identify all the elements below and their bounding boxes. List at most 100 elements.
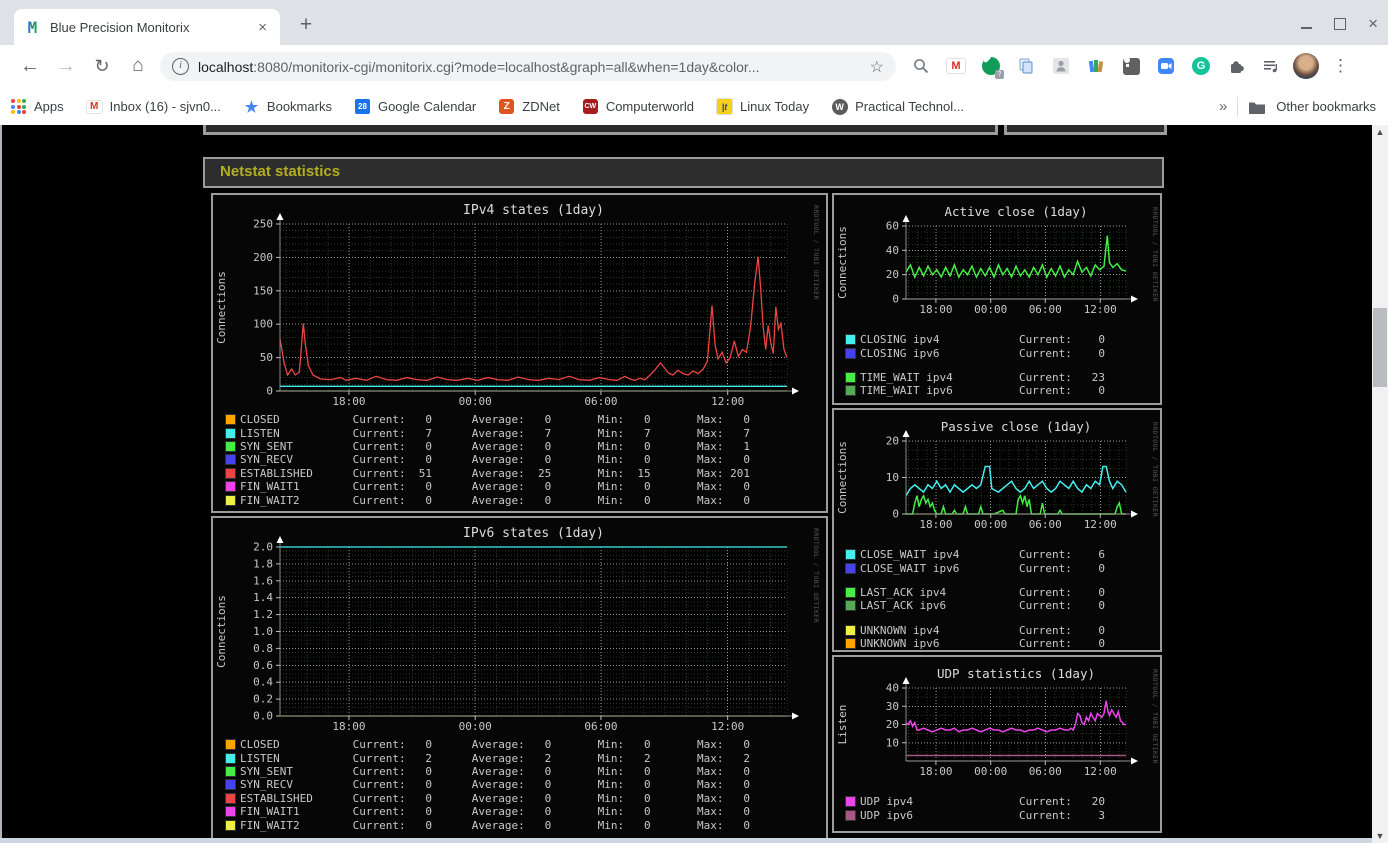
legend-swatch: [225, 779, 236, 791]
profile-avatar[interactable]: [1293, 53, 1319, 79]
other-bookmarks-label[interactable]: Other bookmarks: [1276, 99, 1376, 114]
svg-text:UDP statistics (1day): UDP statistics (1day): [937, 666, 1095, 681]
svg-text:IPv4 states (1day): IPv4 states (1day): [463, 203, 604, 218]
tab-close-icon[interactable]: ×: [255, 19, 270, 36]
svg-text:0.4: 0.4: [253, 676, 273, 689]
svg-text:RRDTOOL / TOBI OETIKER: RRDTOOL / TOBI OETIKER: [812, 528, 819, 623]
url-text[interactable]: localhost:8080/monitorix-cgi/monitorix.c…: [198, 59, 862, 75]
menu-icon[interactable]: ⋮: [1328, 56, 1353, 76]
passive-close-graph: 0 10 20 18:00 00:00 06:00 12:00 Passive close (…: [834, 416, 1160, 540]
bookmark-calendar[interactable]: 28 Google Calendar: [354, 98, 476, 115]
minimize-icon[interactable]: [1301, 27, 1313, 29]
svg-text:2.0: 2.0: [253, 541, 273, 554]
svg-text:06:00: 06:00: [1029, 518, 1062, 531]
window-left-edge: [0, 125, 2, 843]
svg-text:200: 200: [253, 251, 273, 264]
close-window-icon[interactable]: ×: [1368, 15, 1378, 32]
back-icon[interactable]: ←: [14, 50, 46, 82]
search-extension-icon[interactable]: [908, 53, 934, 79]
legend-row-listen: LISTEN Current: 7 Average: 7 Min: 7 Max:…: [225, 426, 826, 440]
svg-text:RRDTOOL / TOBI OETIKER: RRDTOOL / TOBI OETIKER: [1151, 669, 1158, 764]
person-extension-icon[interactable]: [1048, 53, 1074, 79]
bookmark-cw[interactable]: CW Computerworld: [582, 98, 694, 115]
svg-text:12:00: 12:00: [711, 720, 744, 733]
scroll-down-icon[interactable]: ▼: [1372, 829, 1388, 843]
bookmark-gmail[interactable]: M Inbox (16) - sjvn0...: [85, 98, 221, 115]
bookmark-star[interactable]: ★ Bookmarks: [243, 98, 332, 116]
bookmark-zdnet[interactable]: Z ZDNet: [498, 98, 560, 115]
legend-row-established: ESTABLISHED Current: 0 Average: 0 Min: 0…: [225, 792, 826, 805]
previous-panel-edge-left: [203, 125, 998, 135]
browser-toolbar: ← → ↻ ⌂ i localhost:8080/monitorix-cgi/m…: [0, 45, 1388, 88]
panel-udp-statistics: 10 20 30 40 18:00 00:00 06:00 12:00 UDP statisti…: [832, 655, 1162, 833]
svg-text:1.2: 1.2: [253, 608, 273, 621]
scroll-up-icon[interactable]: ▲: [1372, 125, 1388, 139]
books-extension-icon[interactable]: [1083, 53, 1109, 79]
legend-row-syn_sent: SYN_SENT Current: 0 Average: 0 Min: 0 Ma…: [225, 440, 826, 453]
svg-text:0.2: 0.2: [253, 693, 273, 706]
legend-row-fin_wait2: FIN_WAIT2 Current: 0 Average: 0 Min: 0 M…: [225, 493, 826, 507]
address-bar[interactable]: i localhost:8080/monitorix-cgi/monitorix…: [160, 52, 896, 81]
legend-swatch: [845, 809, 856, 821]
copy-extension-icon[interactable]: [1013, 53, 1039, 79]
svg-text:0.0: 0.0: [253, 710, 273, 723]
udp-statistics-graph: 10 20 30 40 18:00 00:00 06:00 12:00 UDP statisti…: [834, 663, 1160, 787]
url-host: localhost: [198, 58, 254, 75]
star-icon: ★: [244, 98, 259, 116]
legend-row-closing-ipv6: CLOSING ipv6 Current: 0: [845, 346, 1160, 360]
panel-passive-close: 0 10 20 18:00 00:00 06:00 12:00 Passive close (…: [832, 408, 1162, 652]
legend-swatch: [845, 334, 856, 346]
svg-text:0.6: 0.6: [253, 659, 273, 672]
reload-icon[interactable]: ↻: [86, 50, 118, 82]
puzzle-extension-icon[interactable]: [1223, 53, 1249, 79]
maximize-icon[interactable]: [1334, 18, 1347, 30]
legend-row-fin_wait2: FIN_WAIT2 Current: 0 Average: 0 Min: 0 M…: [225, 818, 826, 832]
legend-row-closed: CLOSED Current: 0 Average: 0 Min: 0 Max:…: [225, 738, 826, 751]
grammarly-extension-icon[interactable]: G: [1188, 53, 1214, 79]
bookmark-linuxtoday[interactable]: |t Linux Today: [715, 98, 809, 115]
svg-text:12:00: 12:00: [1084, 765, 1117, 778]
svg-text:06:00: 06:00: [584, 720, 617, 733]
new-tab-button[interactable]: +: [292, 12, 320, 40]
gmail-extension-icon[interactable]: M: [943, 53, 969, 79]
keep-extension-icon[interactable]: [1118, 53, 1144, 79]
udp-statistics-legend: UDP ipv4 Current: 20 UDP ipv6 Current: 3: [845, 795, 1160, 822]
svg-text:12:00: 12:00: [1084, 303, 1117, 316]
svg-text:18:00: 18:00: [919, 765, 952, 778]
legend-swatch: [225, 440, 236, 452]
svg-text:40: 40: [886, 244, 899, 257]
section-header: Netstat statistics: [203, 157, 1164, 188]
svg-text:RRDTOOL / TOBI OETIKER: RRDTOOL / TOBI OETIKER: [1151, 422, 1158, 517]
legend-row-closing-ipv4: CLOSING ipv4 Current: 0: [845, 333, 1160, 346]
legend-row-listen: LISTEN Current: 2 Average: 2 Min: 2 Max:…: [225, 751, 826, 765]
svg-text:Passive close (1day): Passive close (1day): [941, 419, 1092, 434]
browser-tab[interactable]: M Blue Precision Monitorix ×: [14, 9, 280, 45]
scrollbar[interactable]: ▲ ▼: [1372, 125, 1388, 843]
bookmark-items: Apps M Inbox (16) - sjvn0... ★ Bookmarks 28 Go…: [10, 98, 986, 116]
bookmarks-overflow-icon[interactable]: »: [1219, 98, 1227, 115]
home-icon[interactable]: ⌂: [122, 50, 154, 82]
zoom-extension-icon[interactable]: [1153, 53, 1179, 79]
legend-row-time_wait-ipv4: TIME_WAIT ipv4 Current: 23: [845, 371, 1160, 384]
legend-swatch: [225, 739, 236, 751]
playlist-extension-icon[interactable]: [1258, 53, 1284, 79]
legend-swatch: [225, 467, 236, 479]
voice-extension-icon[interactable]: ?: [978, 53, 1004, 79]
bookmark-wordpress[interactable]: W Practical Technol...: [831, 98, 964, 115]
scrollbar-thumb[interactable]: [1373, 308, 1387, 387]
window-bottom-edge: [0, 838, 1372, 843]
legend-row-syn_sent: SYN_SENT Current: 0 Average: 0 Min: 0 Ma…: [225, 765, 826, 778]
svg-text:10: 10: [886, 736, 899, 749]
forward-icon[interactable]: →: [50, 50, 82, 82]
wordpress-icon: W: [831, 98, 848, 115]
bookmark-apps[interactable]: Apps: [10, 98, 64, 115]
svg-text:M: M: [28, 19, 38, 36]
svg-text:0.8: 0.8: [253, 642, 273, 655]
svg-text:10: 10: [886, 471, 899, 484]
legend-swatch: [225, 494, 236, 506]
svg-text:00:00: 00:00: [974, 518, 1007, 531]
site-info-icon[interactable]: i: [172, 58, 189, 75]
svg-text:20: 20: [886, 718, 899, 731]
bookmark-star-icon[interactable]: ☆: [870, 57, 884, 77]
svg-text:18:00: 18:00: [332, 720, 365, 733]
